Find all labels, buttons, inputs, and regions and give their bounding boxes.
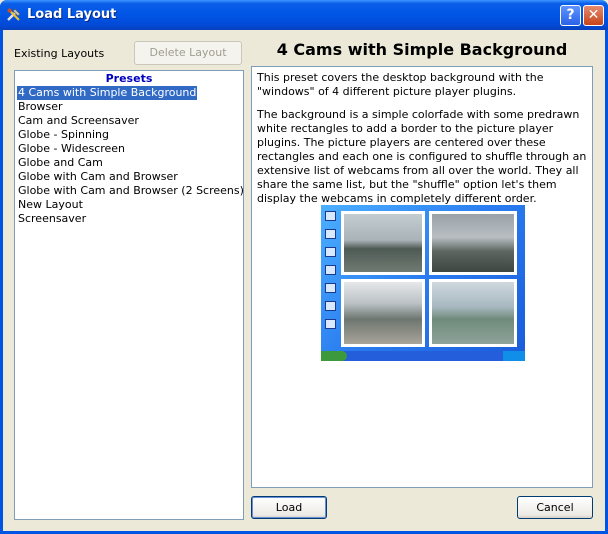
list-item[interactable]: Browser [17, 100, 64, 114]
webcam-frame [341, 279, 425, 347]
window-title: Load Layout [27, 7, 117, 22]
desktop-icon [325, 229, 336, 239]
presets-header: Presets [105, 72, 153, 85]
preset-title: 4 Cams with Simple Background [276, 40, 568, 59]
list-item[interactable]: Globe with Cam and Browser (2 Screens) [17, 184, 245, 198]
existing-layouts-label: Existing Layouts [14, 47, 105, 60]
desktop-icon [325, 283, 336, 293]
delete-layout-button[interactable]: Delete Layout [134, 41, 242, 65]
list-item[interactable]: Screensaver [17, 212, 87, 226]
webcam-image [344, 214, 422, 272]
list-item[interactable]: Globe with Cam and Browser [17, 170, 179, 184]
webcam-frame [429, 211, 517, 275]
list-item[interactable]: Globe - Spinning [17, 128, 110, 142]
tools-icon [7, 8, 21, 21]
webcam-frame [341, 211, 425, 275]
cancel-button[interactable]: Cancel [517, 496, 593, 519]
webcam-image [432, 214, 514, 272]
layouts-list[interactable]: Presets 4 Cams with Simple Background Br… [14, 70, 244, 520]
help-button[interactable]: ? [560, 5, 581, 26]
list-item[interactable]: New Layout [17, 198, 84, 212]
description-paragraph: The background is a simple colorfade wit… [257, 108, 587, 205]
desktop-icon [325, 247, 336, 257]
preview-desktop [321, 205, 525, 351]
title-bar[interactable]: Load Layout ? ✕ [0, 0, 608, 30]
webcam-frame [429, 279, 517, 347]
system-tray [503, 351, 525, 361]
desktop-icon [325, 319, 336, 329]
load-layout-window: Load Layout ? ✕ Existing Layouts Delete … [0, 0, 608, 534]
list-item[interactable]: Globe and Cam [17, 156, 104, 170]
preset-description-box: This preset covers the desktop backgroun… [251, 66, 593, 488]
preset-preview-image [321, 205, 525, 361]
preview-taskbar [321, 351, 525, 361]
load-button[interactable]: Load [251, 496, 327, 519]
desktop-icon [325, 211, 336, 221]
dialog-client-area: Existing Layouts Delete Layout Presets 4… [3, 30, 605, 531]
desktop-icon [325, 265, 336, 275]
list-item[interactable]: Cam and Screensaver [17, 114, 140, 128]
webcam-image [432, 282, 514, 344]
list-item[interactable]: 4 Cams with Simple Background [17, 86, 198, 100]
start-button [321, 351, 347, 361]
list-item[interactable]: Globe - Widescreen [17, 142, 126, 156]
description-paragraph: This preset covers the desktop backgroun… [257, 71, 544, 98]
webcam-image [344, 282, 422, 344]
close-button[interactable]: ✕ [583, 5, 604, 26]
desktop-icon [325, 301, 336, 311]
